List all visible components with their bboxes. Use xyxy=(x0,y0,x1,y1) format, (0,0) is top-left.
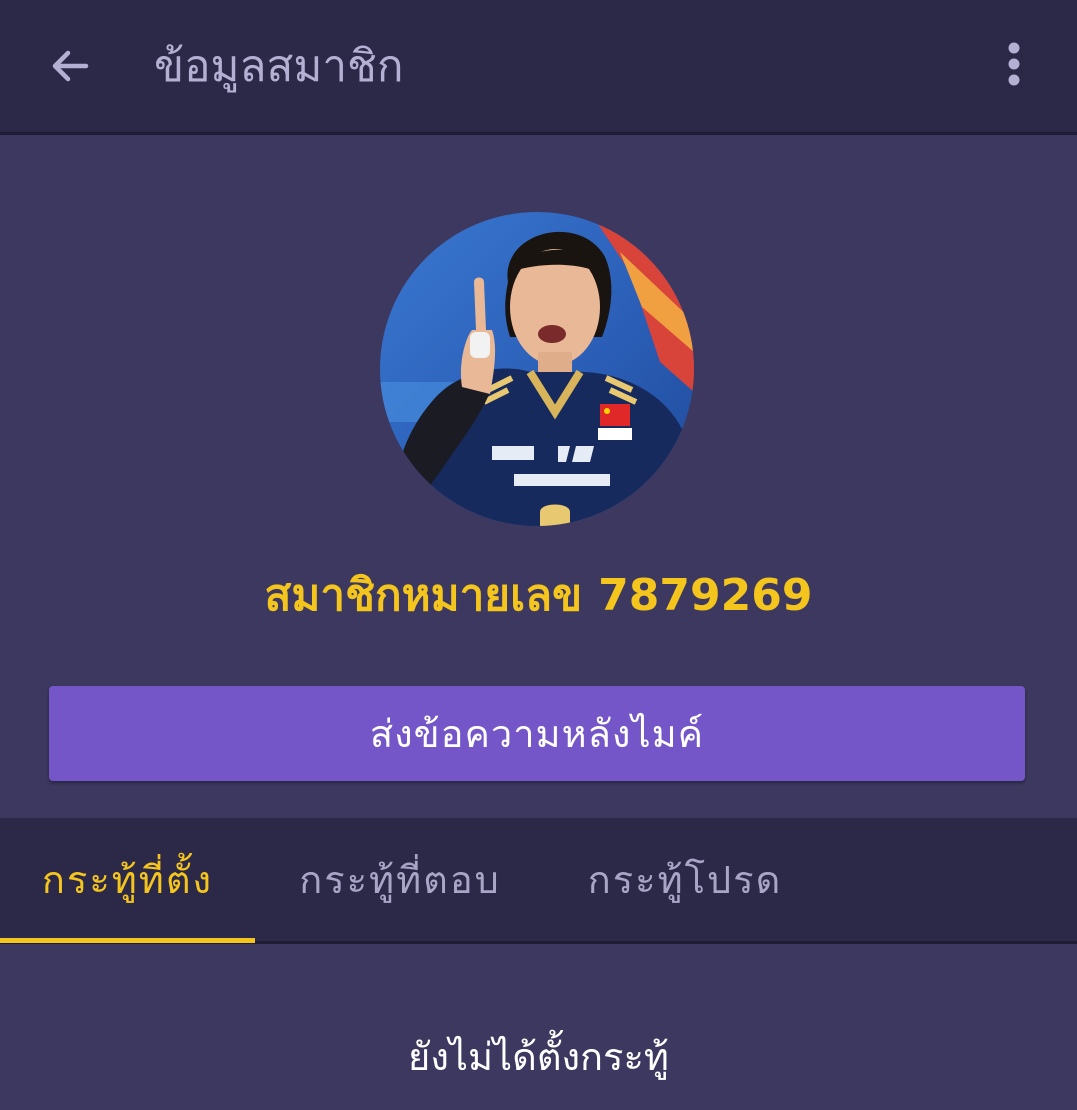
member-number: 7879269 xyxy=(598,570,813,621)
back-button[interactable] xyxy=(34,30,106,102)
overflow-menu-button[interactable] xyxy=(982,30,1046,102)
tab-favorite-topics[interactable]: กระทู้โปรด xyxy=(560,818,810,941)
tab-replied-topics[interactable]: กระทู้ที่ตอบ xyxy=(270,818,530,941)
tab-created-topics[interactable]: กระทู้ที่ตั้ง xyxy=(0,818,255,941)
app-bar: ข้อมูลสมาชิก xyxy=(0,0,1077,135)
member-number-line: สมาชิกหมายเลข 7879269 xyxy=(0,566,1077,626)
profile-tabs: กระทู้ที่ตั้ง กระทู้ที่ตอบ กระทู้โปรด xyxy=(0,818,1077,944)
profile-photo xyxy=(380,212,694,526)
member-label: สมาชิกหมายเลข xyxy=(264,570,583,621)
avatar[interactable] xyxy=(380,212,694,526)
more-vert-icon xyxy=(1008,42,1020,86)
empty-state-message: ยังไม่ได้ตั้งกระทู้ xyxy=(408,1035,669,1079)
arrow-left-icon xyxy=(52,50,89,82)
page-title: ข้อมูลสมาชิก xyxy=(154,41,404,92)
active-tab-indicator xyxy=(0,938,255,943)
send-private-message-button[interactable]: ส่งข้อความหลังไมค์ xyxy=(49,686,1025,781)
